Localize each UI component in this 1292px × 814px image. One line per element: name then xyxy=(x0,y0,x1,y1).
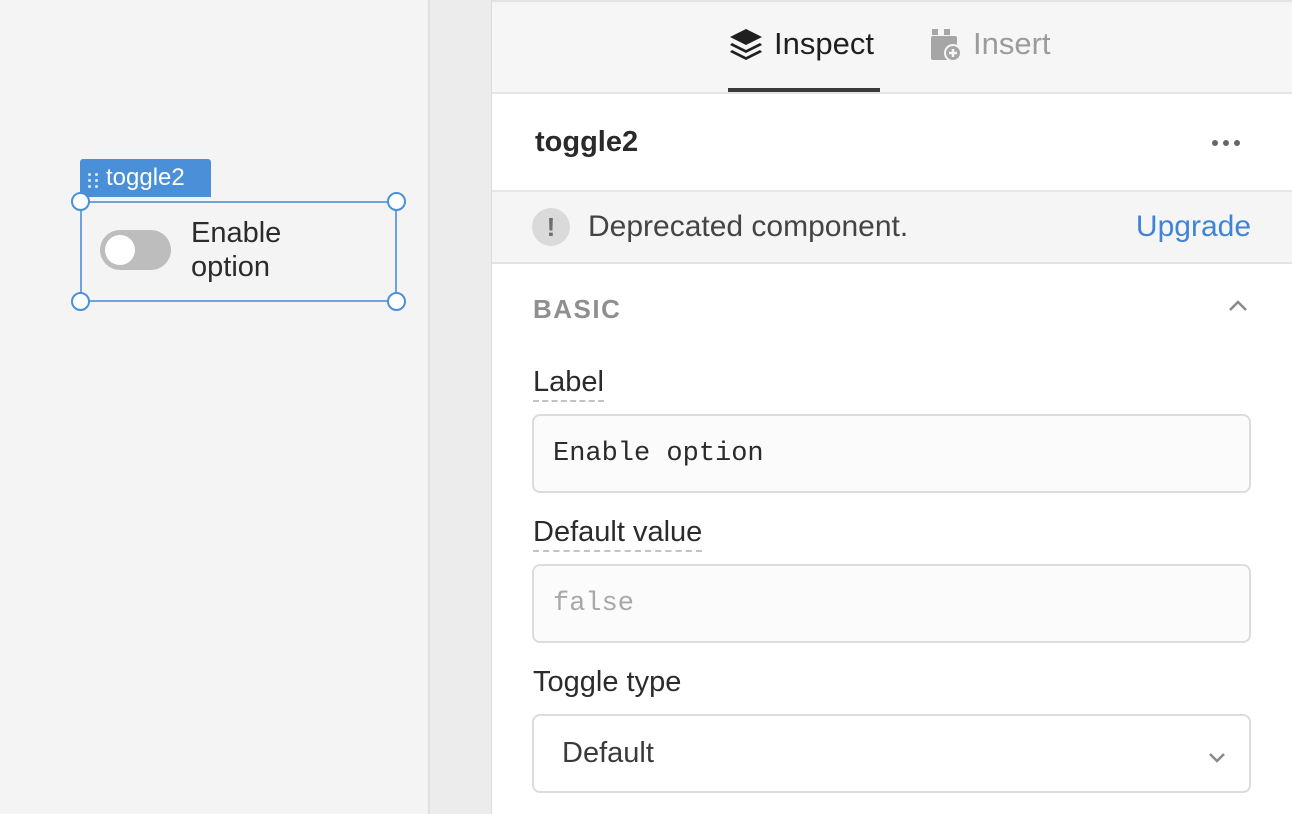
component-header: toggle2 xyxy=(492,94,1292,192)
component-tag[interactable]: toggle2 xyxy=(80,159,211,197)
default-value-input[interactable]: false xyxy=(532,564,1251,643)
label-field-label: Label xyxy=(533,366,604,402)
exclamation-icon: ! xyxy=(532,208,570,246)
upgrade-link[interactable]: Upgrade xyxy=(1136,210,1251,244)
more-horizontal-icon[interactable] xyxy=(1212,140,1240,146)
canvas[interactable]: toggle2 Enable option xyxy=(0,0,428,814)
drag-handle-icon[interactable] xyxy=(88,172,99,188)
resize-handle-top-left[interactable] xyxy=(71,192,90,211)
toggle-type-select[interactable]: Default xyxy=(532,714,1251,793)
label-input[interactable]: Enable option xyxy=(532,414,1251,493)
chevron-down-icon xyxy=(1209,753,1225,763)
resize-handle-bottom-right[interactable] xyxy=(387,292,406,311)
component-tag-label: toggle2 xyxy=(106,164,185,191)
tab-inspect-label: Inspect xyxy=(774,26,874,61)
canvas-gutter xyxy=(428,0,492,814)
toggle-switch[interactable] xyxy=(100,230,171,270)
panel-tabs: Inspect Insert xyxy=(492,4,1292,94)
toggle-label: Enable option xyxy=(191,217,282,283)
chevron-up-icon[interactable] xyxy=(1226,298,1250,314)
resize-handle-bottom-left[interactable] xyxy=(71,292,90,311)
component-name[interactable]: toggle2 xyxy=(535,126,638,159)
tab-insert[interactable]: Insert xyxy=(929,26,1051,62)
section-title-basic[interactable]: BASIC xyxy=(533,294,621,325)
toggle-widget[interactable]: Enable option xyxy=(100,216,331,284)
active-tab-indicator xyxy=(728,88,880,92)
insert-component-icon xyxy=(931,29,962,62)
default-value-field-label: Default value xyxy=(533,516,703,552)
toggle-knob xyxy=(105,235,135,265)
layers-icon xyxy=(730,29,762,60)
tab-inspect[interactable]: Inspect xyxy=(728,26,874,62)
toggle-type-selected: Default xyxy=(562,737,654,769)
resize-handle-top-right[interactable] xyxy=(387,192,406,211)
deprecation-banner: ! Deprecated component. Upgrade xyxy=(492,192,1292,264)
tab-insert-label: Insert xyxy=(973,26,1051,61)
toggle-type-field-label: Toggle type xyxy=(533,666,682,698)
deprecation-message: Deprecated component. xyxy=(588,210,909,243)
